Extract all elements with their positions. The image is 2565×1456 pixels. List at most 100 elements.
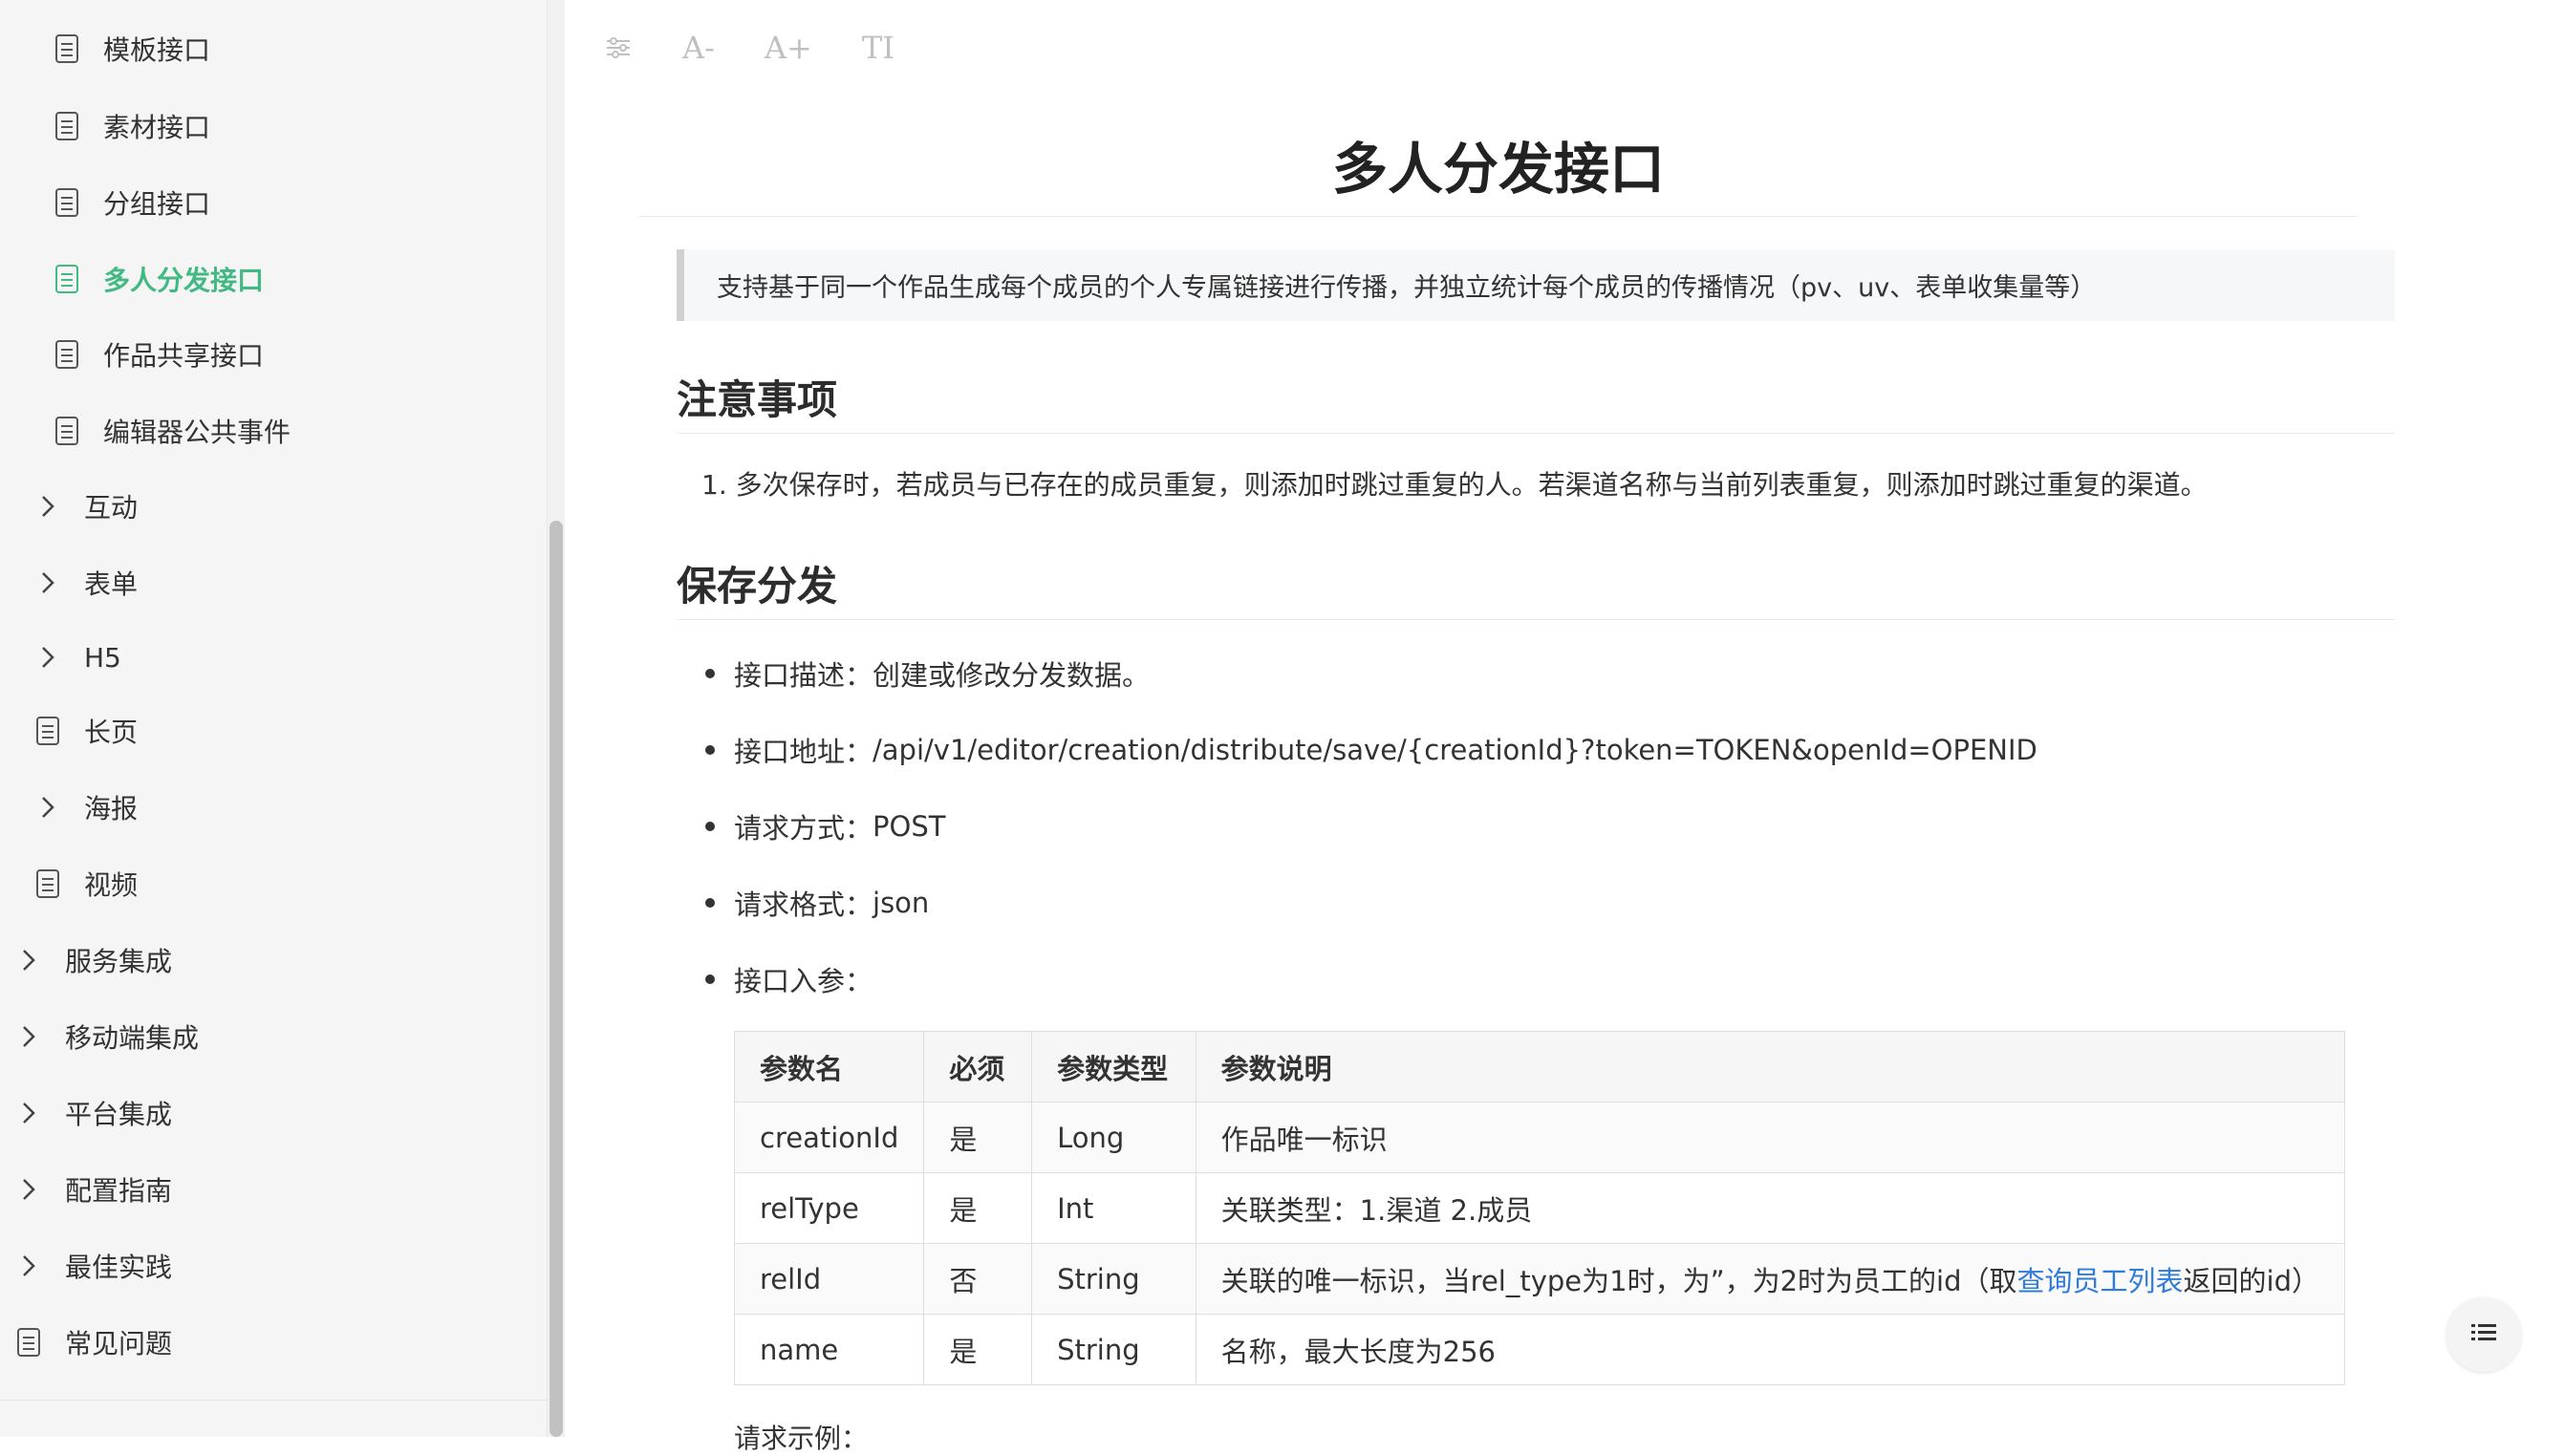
table-cell: creationId bbox=[733, 1102, 925, 1173]
reader-toolbar: A- A+ TI bbox=[604, 21, 895, 75]
sidebar-item-config-guide[interactable]: 配置指南 bbox=[10, 1161, 172, 1218]
table-cell: String bbox=[1031, 1243, 1196, 1315]
sidebar-item-editor-events[interactable]: 编辑器公共事件 bbox=[48, 402, 291, 460]
table-cell: 是 bbox=[923, 1102, 1033, 1173]
sidebar-item-label: 视频 bbox=[84, 869, 139, 901]
params-table: 参数名 必须 参数类型 参数说明 creationId 是 Long 作品唯一标… bbox=[733, 1031, 2346, 1385]
table-cell: 关联的唯一标识，当rel_type为1时，为”，为2时为员工的id（取查询员工列… bbox=[1195, 1243, 2346, 1315]
document-icon bbox=[10, 1323, 48, 1361]
table-cell: String bbox=[1031, 1314, 1196, 1385]
notes-heading: 注意事项 bbox=[677, 376, 838, 423]
list-item: 接口地址：/api/v1/editor/creation/distribute/… bbox=[705, 730, 2037, 770]
document-icon bbox=[29, 712, 67, 750]
sidebar: 模板接口 素材接口 分组接口 多人分发接口 作品共享接口 编辑器公共事件 互动 … bbox=[0, 0, 548, 1437]
table-cell: 作品唯一标识 bbox=[1195, 1102, 2346, 1173]
bullet-label: 接口地址： bbox=[734, 736, 873, 768]
sidebar-item-faq[interactable]: 常见问题 bbox=[10, 1314, 172, 1371]
sidebar-item-label: 素材接口 bbox=[103, 112, 211, 143]
table-cell: 否 bbox=[923, 1243, 1033, 1315]
document-icon bbox=[48, 183, 86, 222]
sidebar-item-label: 作品共享接口 bbox=[103, 340, 265, 372]
table-row: creationId 是 Long 作品唯一标识 bbox=[733, 1102, 2346, 1173]
table-cell: relType bbox=[733, 1172, 925, 1244]
bullet-label: 接口描述： bbox=[734, 659, 873, 692]
sidebar-item-label: 移动端集成 bbox=[65, 1022, 200, 1054]
sidebar-item-label: 配置指南 bbox=[65, 1175, 173, 1207]
tip-block: 支持基于同一个作品生成每个成员的个人专属链接进行传播，并独立统计每个成员的传播情… bbox=[677, 249, 2395, 321]
sidebar-item-form[interactable]: 表单 bbox=[29, 554, 138, 611]
font-toggle-button[interactable]: TI bbox=[862, 21, 895, 75]
sidebar-item-label: 分组接口 bbox=[103, 188, 211, 220]
font-increase-button[interactable]: A+ bbox=[765, 21, 812, 75]
note-item: 1. 多次保存时，若成员与已存在的成员重复，则添加时跳过重复的人。若渠道名称与当… bbox=[701, 469, 2208, 501]
document-icon bbox=[48, 107, 86, 145]
chevron-right-icon bbox=[10, 1017, 48, 1056]
table-header: 参数说明 bbox=[1195, 1031, 2346, 1103]
table-row: name 是 String 名称，最大长度为256 bbox=[733, 1314, 2346, 1385]
font-decrease-button[interactable]: A- bbox=[682, 21, 715, 75]
sidebar-item-label: 模板接口 bbox=[103, 34, 211, 66]
document-icon bbox=[48, 30, 86, 68]
save-heading: 保存分发 bbox=[677, 563, 838, 610]
sidebar-item-label: 表单 bbox=[84, 568, 139, 600]
page-title: 多人分发接口 bbox=[1331, 137, 1665, 202]
bullet-value: json bbox=[873, 887, 930, 919]
sidebar-item-group-api[interactable]: 分组接口 bbox=[48, 174, 210, 231]
table-header-row: 参数名 必须 参数类型 参数说明 bbox=[733, 1031, 2346, 1103]
sidebar-item-label: 平台集成 bbox=[65, 1099, 173, 1130]
tip-text: 支持基于同一个作品生成每个成员的个人专属链接进行传播，并独立统计每个成员的传播情… bbox=[717, 273, 2097, 303]
title-divider bbox=[638, 216, 2359, 217]
scrollbar-thumb[interactable] bbox=[550, 521, 563, 1437]
sidebar-item-best-practice[interactable]: 最佳实践 bbox=[10, 1237, 172, 1295]
sidebar-item-material-api[interactable]: 素材接口 bbox=[48, 97, 210, 155]
table-header: 参数类型 bbox=[1031, 1031, 1196, 1103]
bullet-label: 接口入参： bbox=[734, 965, 873, 997]
sidebar-item-label: 互动 bbox=[84, 492, 139, 524]
sidebar-divider bbox=[0, 1400, 547, 1401]
sidebar-scrollbar[interactable] bbox=[547, 0, 565, 1437]
bullet-value: POST bbox=[873, 810, 946, 843]
sidebar-item-platform-integration[interactable]: 平台集成 bbox=[10, 1084, 172, 1142]
cell-text: 返回的id） bbox=[2183, 1264, 2319, 1297]
chevron-right-icon bbox=[29, 788, 67, 826]
table-cell: 是 bbox=[923, 1172, 1033, 1244]
sidebar-item-label: 最佳实践 bbox=[65, 1252, 173, 1283]
sidebar-item-interactive[interactable]: 互动 bbox=[29, 478, 138, 535]
sidebar-item-label: 多人分发接口 bbox=[103, 265, 265, 296]
chevron-right-icon bbox=[10, 1247, 48, 1285]
chevron-right-icon bbox=[10, 1094, 48, 1132]
list-item: 请求方式： POST bbox=[705, 806, 945, 846]
table-cell: Long bbox=[1031, 1102, 1196, 1173]
chevron-right-icon bbox=[29, 487, 67, 525]
table-cell: name bbox=[733, 1314, 925, 1385]
document-icon bbox=[48, 412, 86, 450]
sidebar-item-service-integration[interactable]: 服务集成 bbox=[10, 931, 172, 989]
list-item: 接口描述： 创建或修改分发数据。 bbox=[705, 653, 1150, 694]
list-item: 请求格式： json bbox=[705, 883, 929, 923]
table-cell: Int bbox=[1031, 1172, 1196, 1244]
sidebar-item-label: 常见问题 bbox=[65, 1328, 173, 1360]
sliders-icon[interactable] bbox=[604, 21, 633, 75]
bullet-label: 请求方式： bbox=[734, 812, 873, 845]
sidebar-item-video[interactable]: 视频 bbox=[29, 855, 138, 912]
sidebar-item-long-page[interactable]: 长页 bbox=[29, 702, 138, 760]
sidebar-item-h5[interactable]: H5 bbox=[29, 629, 121, 686]
endpoint-url: /api/v1/editor/creation/distribute/save/… bbox=[873, 734, 2037, 766]
sidebar-item-poster[interactable]: 海报 bbox=[29, 779, 138, 836]
sidebar-item-template-api[interactable]: 模板接口 bbox=[48, 20, 210, 77]
sidebar-item-multi-distribute-api[interactable]: 多人分发接口 bbox=[48, 250, 264, 308]
sidebar-item-share-api[interactable]: 作品共享接口 bbox=[48, 326, 264, 383]
document-icon bbox=[48, 335, 86, 374]
table-row: relId 否 String 关联的唯一标识，当rel_type为1时，为”，为… bbox=[733, 1243, 2346, 1315]
sidebar-item-mobile-integration[interactable]: 移动端集成 bbox=[10, 1008, 199, 1065]
employee-list-link[interactable]: 查询员工列表 bbox=[2017, 1265, 2184, 1297]
document-icon bbox=[48, 260, 86, 298]
table-cell: 关联类型：1.渠道 2.成员 bbox=[1195, 1172, 2346, 1244]
notes-divider bbox=[677, 433, 2395, 434]
cell-text: 关联的唯一标识，当rel_type为1时，为”，为2时为员工的id（取 bbox=[1220, 1264, 2017, 1297]
table-header: 参数名 bbox=[733, 1031, 925, 1103]
save-divider bbox=[677, 619, 2395, 620]
toc-button[interactable] bbox=[2446, 1297, 2521, 1372]
table-header: 必须 bbox=[923, 1031, 1033, 1103]
document-icon bbox=[29, 865, 67, 903]
